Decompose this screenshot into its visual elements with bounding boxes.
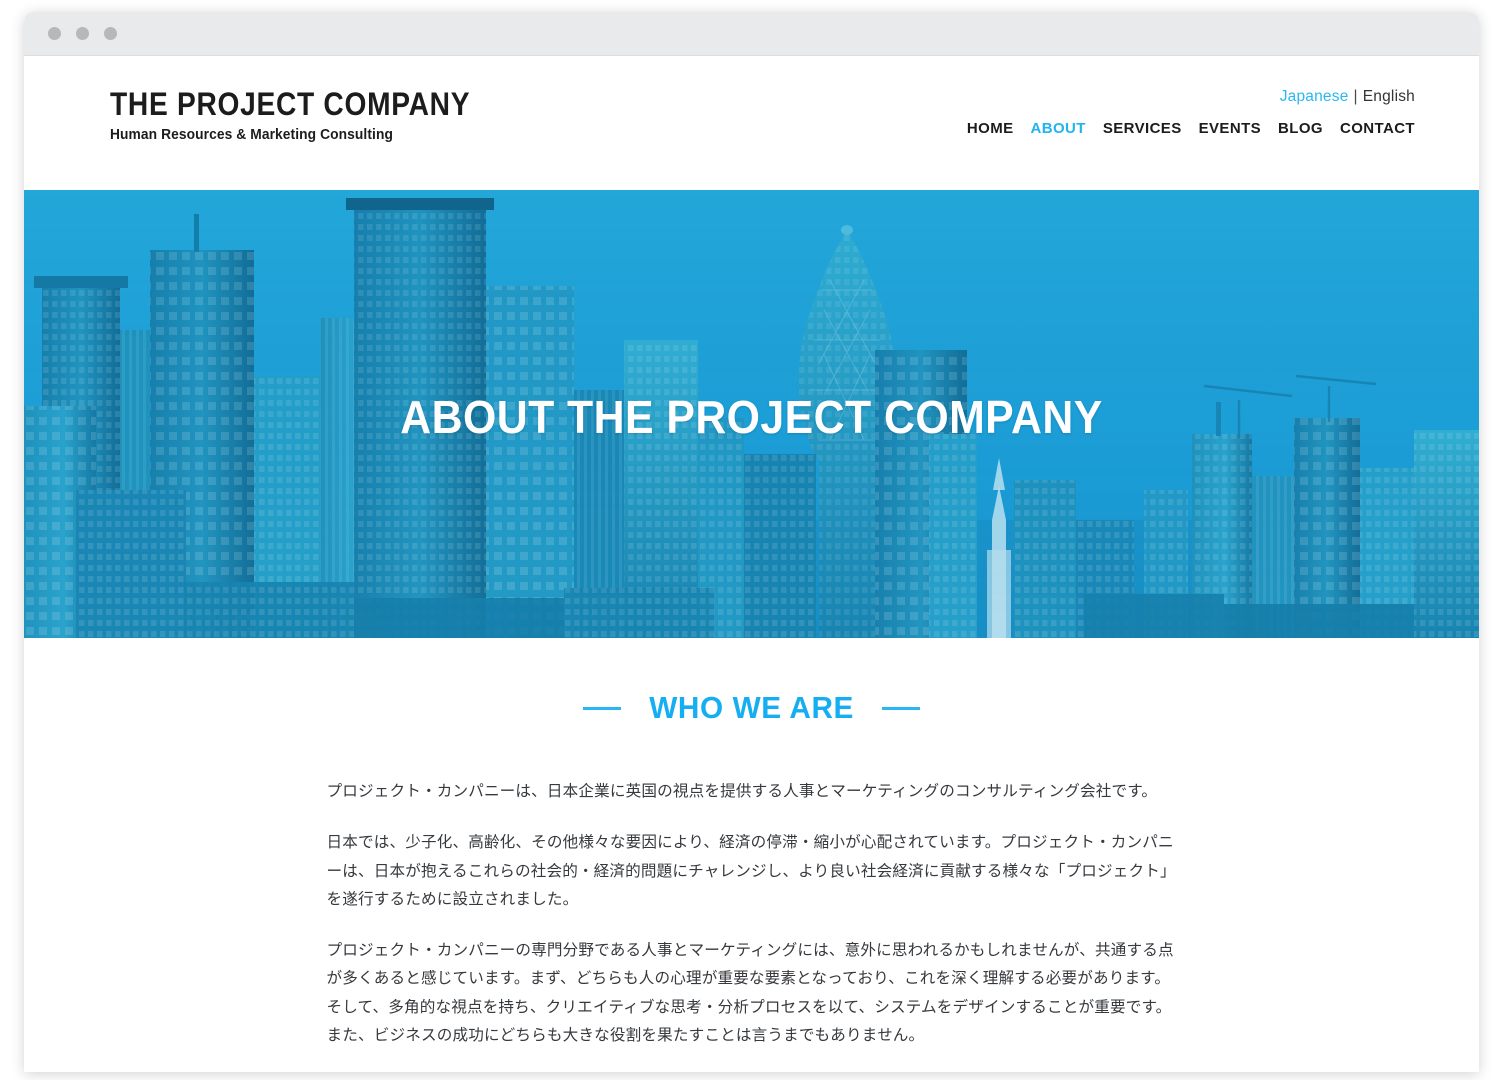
- section-body: プロジェクト・カンパニーは、日本企業に英国の視点を提供する人事とマーケティングの…: [327, 778, 1177, 1050]
- who-we-are-section: WHO WE ARE プロジェクト・カンパニーは、日本企業に英国の視点を提供する…: [24, 638, 1479, 1051]
- heading-rule-right: [882, 706, 921, 710]
- section-heading: WHO WE ARE: [24, 690, 1479, 726]
- browser-window: THE PROJECT COMPANY Human Resources & Ma…: [24, 12, 1479, 1072]
- nav-item-services[interactable]: SERVICES: [1103, 120, 1182, 137]
- paragraph-3: プロジェクト・カンパニーの専門分野である人事とマーケティングには、意外に思われる…: [326, 942, 1174, 1045]
- page-viewport: THE PROJECT COMPANY Human Resources & Ma…: [24, 56, 1479, 1072]
- browser-titlebar: [24, 12, 1479, 56]
- nav-item-blog[interactable]: BLOG: [1278, 120, 1323, 137]
- close-icon[interactable]: [48, 27, 61, 40]
- nav-item-about[interactable]: ABOUT: [1031, 120, 1086, 137]
- language-separator: |: [1353, 88, 1358, 105]
- language-switcher: Japanese | English: [1280, 88, 1415, 106]
- main-navigation: HOME ABOUT SERVICES EVENTS BLOG CONTACT: [967, 120, 1415, 137]
- brand-logo[interactable]: THE PROJECT COMPANY Human Resources & Ma…: [110, 86, 519, 143]
- site-header: THE PROJECT COMPANY Human Resources & Ma…: [24, 56, 1479, 190]
- section-title: WHO WE ARE: [649, 690, 854, 725]
- minimize-icon[interactable]: [76, 27, 89, 40]
- language-english-link[interactable]: English: [1363, 88, 1415, 105]
- hero-banner: ABOUT THE PROJECT COMPANY: [24, 190, 1479, 638]
- brand-name: THE PROJECT COMPANY: [110, 86, 471, 122]
- paragraph-2: 日本では、少子化、高齢化、その他様々な要因により、経済の停滞・縮小が心配されてい…: [326, 834, 1176, 908]
- maximize-icon[interactable]: [104, 27, 117, 40]
- hero-title: ABOUT THE PROJECT COMPANY: [400, 391, 1103, 443]
- nav-item-events[interactable]: EVENTS: [1199, 120, 1261, 137]
- heading-rule-left: [582, 706, 621, 710]
- language-japanese-link[interactable]: Japanese: [1280, 88, 1349, 105]
- paragraph-1: プロジェクト・カンパニーは、日本企業に英国の視点を提供する人事とマーケティングの…: [326, 783, 1158, 800]
- nav-item-home[interactable]: HOME: [967, 120, 1014, 137]
- nav-item-contact[interactable]: CONTACT: [1340, 120, 1415, 137]
- brand-tagline: Human Resources & Marketing Consulting: [110, 126, 393, 143]
